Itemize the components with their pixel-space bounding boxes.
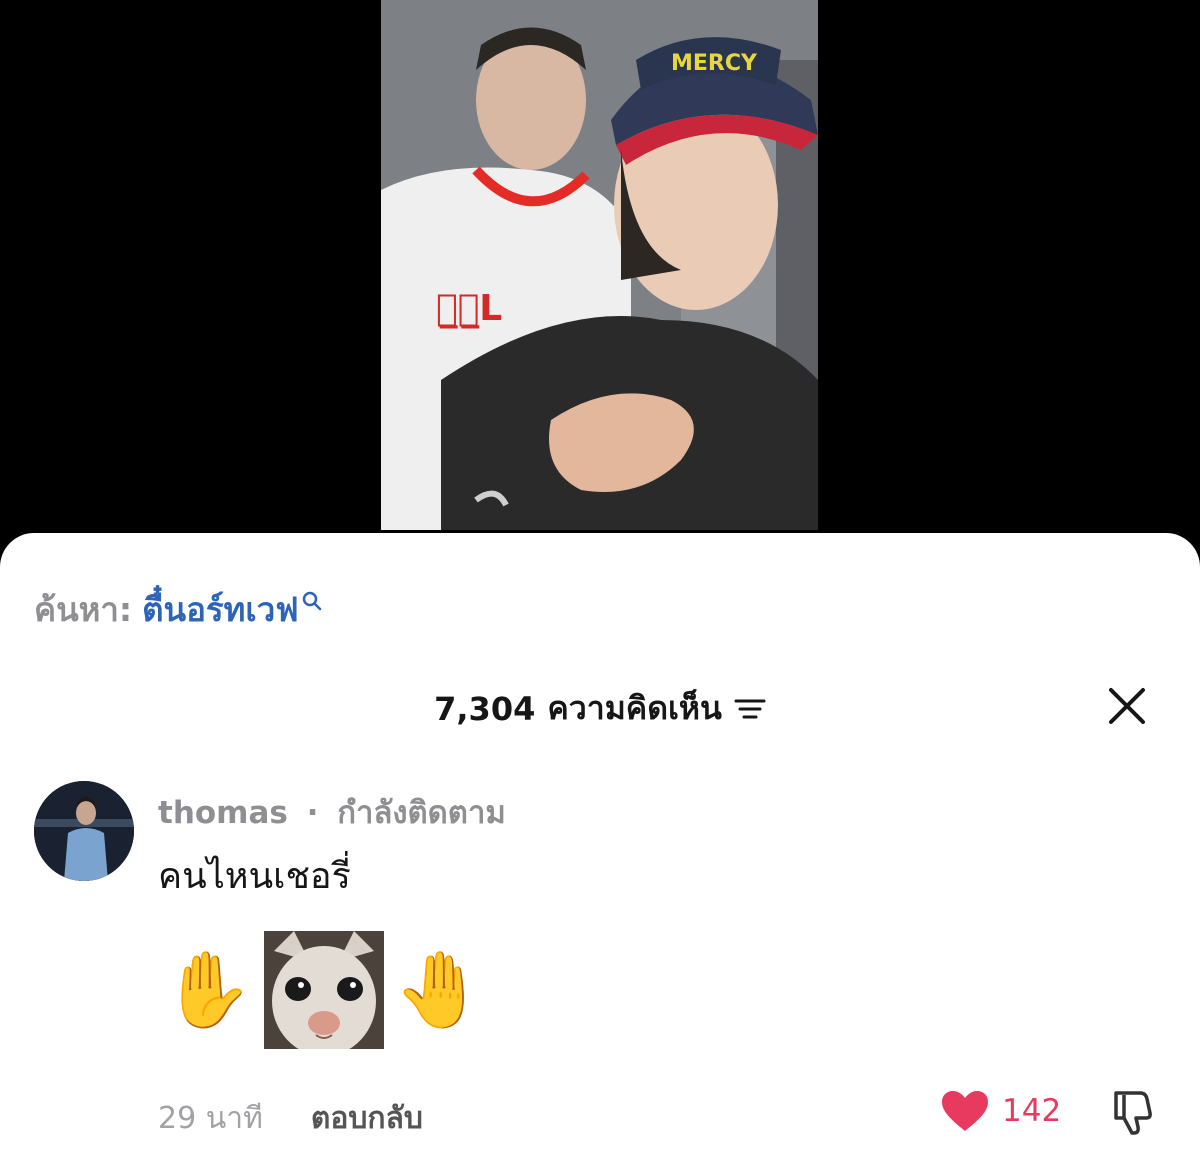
comment-count: 7,304 [434,689,536,728]
video-area[interactable]: ด̲ต̲L MERCY [0,0,1200,560]
avatar[interactable] [34,781,134,881]
heart-icon[interactable] [940,1089,990,1133]
like-group[interactable]: 142 [940,1089,1061,1133]
close-icon[interactable] [1106,685,1148,727]
video-frame[interactable]: ด̲ต̲L MERCY [381,0,818,530]
search-icon[interactable] [301,590,323,612]
svg-text:MERCY: MERCY [671,51,758,76]
comments-header: 7,304 ความคิดเห็น [0,683,1200,734]
comment-author-row: thomas · กำลังติดตาม [158,787,506,837]
separator-dot: · [306,795,319,831]
comment-meta: 29 นาที ตอบกลับ [158,1095,423,1142]
search-suggestion[interactable]: ค้นหา: ตื๋นอร์ทเวฟ [34,583,323,636]
svg-text:ด̲ต̲L: ด̲ต̲L [436,288,502,329]
comment-text: คนไหนเชอรี่ [158,856,351,897]
comment-count-label: ความคิดเห็น [547,689,722,727]
following-status: กำลังติดตาม [337,795,506,831]
thumbs-down-icon[interactable] [1108,1087,1158,1137]
search-prefix: ค้นหา: [34,590,133,629]
like-count: 142 [1002,1093,1062,1129]
comment-emoji-row: ✋ 🤚 [158,931,490,1049]
cat-sticker [264,931,384,1049]
sort-icon[interactable] [734,696,766,722]
comment-item: thomas · กำลังติดตาม คนไหนเชอรี่ ✋ 🤚 29 … [34,781,1174,1151]
comments-sheet: ค้นหา: ตื๋นอร์ทเวฟ 7,304 ความคิดเห็น tho… [0,533,1200,1158]
reply-button[interactable]: ตอบกลับ [311,1095,423,1142]
username-link[interactable]: thomas [158,795,288,831]
raised-hand-emoji: ✋ [161,947,255,1033]
comment-time: 29 นาที [158,1101,263,1136]
raised-back-of-hand-emoji: 🤚 [393,947,487,1033]
search-term-link[interactable]: ตื๋นอร์ทเวฟ [142,583,298,636]
video-thumbnail: ด̲ต̲L MERCY [381,0,818,530]
